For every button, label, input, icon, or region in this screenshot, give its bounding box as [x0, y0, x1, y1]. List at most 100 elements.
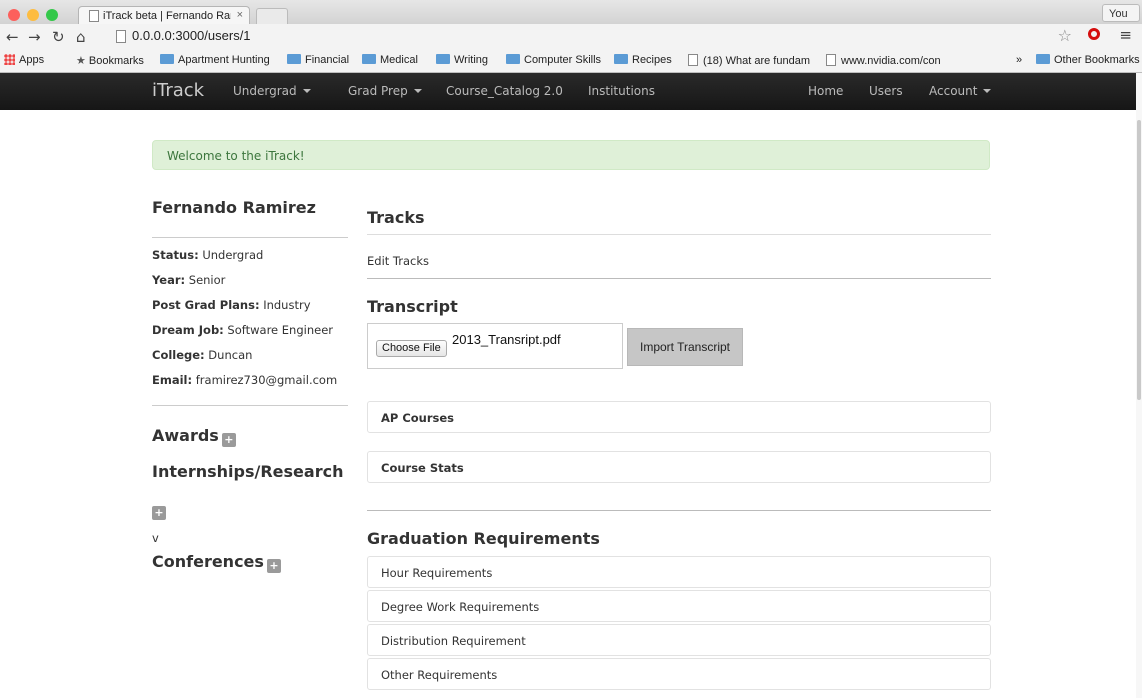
nav-account-dropdown[interactable]: Account	[929, 84, 992, 98]
folder-icon	[362, 54, 376, 64]
profile-post-grad-plans: Post Grad Plans: Industry	[152, 298, 311, 312]
field-value: Senior	[185, 273, 226, 287]
new-tab-button[interactable]	[256, 8, 288, 25]
profile-college: College: Duncan	[152, 348, 252, 362]
browser-tab[interactable]: iTrack beta | Fernando Ram ×	[78, 6, 250, 25]
back-arrow-icon[interactable]: ←	[6, 28, 19, 46]
bookmark-folder-recipes[interactable]: Recipes	[614, 54, 672, 66]
browser-tab-strip: iTrack beta | Fernando Ram × You ⚠	[0, 0, 1142, 38]
other-requirements-panel[interactable]: Other Requirements	[367, 658, 991, 690]
caret-down-icon	[302, 89, 311, 93]
nav-grad-prep-dropdown[interactable]: Grad Prep	[348, 84, 422, 98]
bookmark-label: www.nvidia.com/con	[841, 55, 941, 67]
bookmark-label: Apartment Hunting	[178, 54, 270, 66]
awards-label: Awards	[152, 426, 219, 445]
bookmark-nvidia[interactable]: www.nvidia.com/con	[826, 54, 941, 67]
conferences-heading: Conferences +	[152, 552, 281, 573]
url-text: 0.0.0.0:3000/users/1	[132, 28, 251, 43]
bookmark-folder-apartment[interactable]: Apartment Hunting	[160, 54, 270, 66]
add-internship-button[interactable]: +	[152, 503, 166, 520]
bookmark-folder-writing[interactable]: Writing	[436, 54, 488, 66]
tab-close-icon[interactable]: ×	[237, 9, 243, 21]
tab-title: iTrack beta | Fernando Ram	[103, 10, 231, 22]
folder-icon	[436, 54, 450, 64]
graduation-requirements-heading: Graduation Requirements	[367, 529, 600, 548]
bookmark-label: Recipes	[632, 54, 672, 66]
page-scrollbar-thumb[interactable]	[1137, 120, 1141, 400]
bookmark-folder-financial[interactable]: Financial	[287, 54, 349, 66]
folder-icon	[506, 54, 520, 64]
degree-work-requirements-panel[interactable]: Degree Work Requirements	[367, 590, 991, 622]
nav-undergrad-dropdown[interactable]: Undergrad	[233, 84, 311, 98]
star-icon: ★	[76, 55, 86, 67]
bookmark-bookmarks[interactable]: ★ Bookmarks	[76, 54, 144, 67]
more-bookmarks-chevron[interactable]: »	[1016, 54, 1022, 66]
reload-icon[interactable]: ↻	[52, 28, 65, 46]
nav-home[interactable]: Home	[808, 84, 843, 98]
choose-file-button[interactable]: Choose File	[376, 340, 447, 357]
profile-button[interactable]: You ⚠	[1102, 4, 1140, 38]
zoom-window-button[interactable]	[46, 9, 58, 21]
menu-icon[interactable]: ≡	[1119, 26, 1132, 44]
awards-heading: Awards +	[152, 426, 236, 447]
nav-users[interactable]: Users	[869, 84, 903, 98]
import-transcript-button[interactable]: Import Transcript	[627, 328, 743, 366]
course-stats-panel[interactable]: Course Stats	[367, 451, 991, 483]
address-bar[interactable]: 0.0.0.0:3000/users/1	[112, 26, 1072, 46]
distribution-requirement-panel[interactable]: Distribution Requirement	[367, 624, 991, 656]
field-value: Software Engineer	[223, 323, 334, 337]
close-window-button[interactable]	[8, 9, 20, 21]
ap-courses-panel[interactable]: AP Courses	[367, 401, 991, 433]
nav-label: Grad Prep	[348, 84, 408, 98]
field-value: Industry	[259, 298, 311, 312]
profile-dream-job: Dream Job: Software Engineer	[152, 323, 333, 337]
profile-status: Status: Undergrad	[152, 248, 263, 262]
hour-requirements-panel[interactable]: Hour Requirements	[367, 556, 991, 588]
page-icon	[826, 54, 836, 66]
field-label: Email:	[152, 373, 193, 387]
field-label: Year:	[152, 273, 186, 287]
divider	[367, 278, 991, 279]
edit-tracks-link[interactable]: Edit Tracks	[367, 254, 429, 268]
brand-logo[interactable]: iTrack	[152, 80, 204, 101]
profile-year: Year: Senior	[152, 273, 225, 287]
bookmark-label: Computer Skills	[524, 54, 602, 66]
field-label: Status:	[152, 248, 199, 262]
bookmark-label: Other Bookmarks	[1054, 54, 1140, 66]
nav-label: Undergrad	[233, 84, 297, 98]
forward-arrow-icon[interactable]: →	[28, 28, 41, 46]
transcript-heading: Transcript	[367, 297, 458, 316]
caret-down-icon	[983, 89, 992, 93]
tracks-heading: Tracks	[367, 208, 425, 227]
add-conference-plus-icon[interactable]: +	[266, 559, 281, 573]
bookmark-folder-medical[interactable]: Medical	[362, 54, 418, 66]
bookmark-label: (18) What are fundam	[703, 55, 810, 67]
divider	[367, 510, 991, 511]
nav-course-catalog[interactable]: Course_Catalog 2.0	[446, 84, 563, 98]
user-name: Fernando Ramirez	[152, 198, 316, 217]
stray-text: v	[152, 531, 159, 545]
opera-extension-icon[interactable]	[1088, 28, 1100, 40]
folder-icon	[160, 54, 174, 64]
home-icon[interactable]: ⌂	[76, 28, 86, 46]
profile-email: Email: framirez730@gmail.com	[152, 373, 337, 387]
bookmark-label: Writing	[454, 54, 489, 66]
bookmarks-bar: Apps ★ Bookmarks Apartment Hunting Financ…	[0, 50, 1142, 73]
nav-institutions[interactable]: Institutions	[588, 84, 655, 98]
divider	[367, 234, 991, 235]
bookmark-apps[interactable]: Apps	[4, 54, 44, 66]
bookmark-quora[interactable]: (18) What are fundam	[688, 54, 810, 67]
bookmark-other[interactable]: Other Bookmarks	[1036, 54, 1140, 66]
transcript-file-field: Choose File 2013_Transript.pdf	[367, 323, 623, 369]
bookmark-folder-computer-skills[interactable]: Computer Skills	[506, 54, 601, 66]
minimize-window-button[interactable]	[27, 9, 39, 21]
conferences-label: Conferences	[152, 552, 264, 571]
add-award-plus-icon[interactable]: +	[221, 433, 236, 447]
page-icon	[89, 10, 99, 22]
bookmark-label: Bookmarks	[88, 55, 144, 67]
caret-down-icon	[413, 89, 422, 93]
bookmark-star-icon[interactable]: ☆	[1058, 26, 1072, 45]
app-navbar: iTrack Undergrad Grad Prep Course_Catalo…	[0, 73, 1136, 110]
nav-label: Account	[929, 84, 978, 98]
bookmark-label: Financial	[305, 54, 350, 66]
